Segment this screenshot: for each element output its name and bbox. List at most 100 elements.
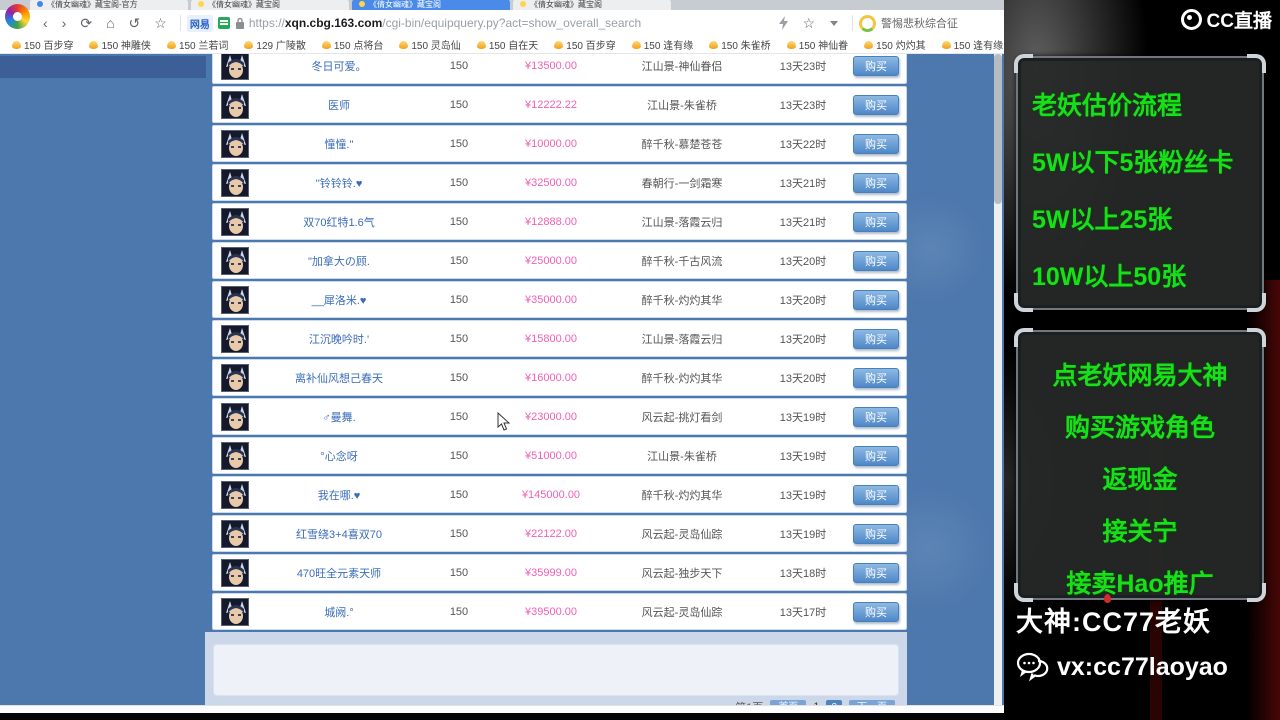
chat-bubbles-icon (1016, 652, 1049, 682)
tab-title: 《倩女幽魂》藏宝阁 (208, 0, 280, 9)
scrollbar[interactable] (994, 54, 1002, 705)
character-name-link[interactable]: 离补仙风想己春天 (255, 370, 423, 386)
site-badge[interactable]: 网易 (186, 14, 213, 32)
bookmark-item[interactable]: 150 点将台 (314, 37, 391, 52)
bookmark-item[interactable]: 150 逢有缘 (934, 37, 1004, 52)
character-name-link[interactable]: "加拿大の顾. (255, 253, 423, 269)
character-avatar[interactable] (221, 54, 249, 80)
bookmark-item[interactable]: 150 兰若词 (159, 37, 236, 52)
character-avatar[interactable] (221, 207, 249, 236)
character-avatar[interactable] (221, 246, 249, 275)
undo-icon[interactable]: ↺ (129, 16, 141, 30)
character-avatar[interactable] (221, 441, 249, 470)
browser-logo-icon[interactable] (5, 4, 30, 29)
listing-row[interactable]: 470旺全元素天师 150 ¥35999.00 风云起-独步天下 13天18时 … (212, 554, 907, 591)
buy-button[interactable]: 购买 (853, 211, 899, 232)
buy-button[interactable]: 购买 (853, 250, 899, 271)
buy-button[interactable]: 购买 (853, 133, 899, 154)
character-level: 150 (449, 215, 469, 228)
character-name-link[interactable]: 城阙.° (255, 604, 423, 620)
buy-button[interactable]: 购买 (853, 55, 899, 76)
bookmark-item[interactable]: 150 朱雀桥 (701, 37, 778, 52)
buy-button[interactable]: 购买 (853, 172, 899, 193)
character-name-link[interactable]: 我在哪.♥ (255, 487, 423, 503)
chevron-down-icon[interactable] (830, 20, 838, 26)
character-avatar[interactable] (221, 324, 249, 353)
listing-row[interactable]: "加拿大の顾. 150 ¥25000.00 醉千秋-千古风流 13天20时 购买 (212, 242, 907, 279)
bookmark-item[interactable]: 150 灼灼其 (856, 37, 933, 52)
character-name-link[interactable]: ♂曼舞. (255, 409, 423, 425)
server-name: 江山景-神仙眷侣 (641, 60, 723, 73)
character-avatar[interactable] (221, 597, 249, 626)
bookmark-item[interactable]: 150 神仙眷 (779, 37, 856, 52)
buy-button[interactable]: 购买 (853, 601, 899, 622)
browser-tab[interactable]: 《倩女幽魂》藏宝阁 (352, 0, 510, 10)
character-name-link[interactable]: __犀洛米.♥ (255, 292, 423, 308)
refresh-icon[interactable]: ⟳ (80, 16, 92, 30)
listing-row[interactable]: 我在哪.♥ 150 ¥145000.00 醉千秋-灼灼其华 13天19时 购买 (212, 476, 907, 513)
character-avatar[interactable] (221, 519, 249, 548)
character-name-link[interactable]: 江沉晚吟时.' (255, 331, 423, 347)
tab-title: 《倩女幽魂》藏宝阁-官方 (47, 0, 138, 9)
character-avatar[interactable] (221, 129, 249, 158)
buy-button[interactable]: 购买 (853, 406, 899, 427)
browser-tab[interactable]: 《倩女幽魂》藏宝阁 (513, 0, 671, 10)
listing-row[interactable]: 红雪绕3+4喜双70 150 ¥22122.00 风云起-灵岛仙踪 13天19时… (212, 515, 907, 552)
listing-row[interactable]: 憧憧.'' 150 ¥10000.00 醉千秋-慕楚苍苍 13天22时 购买 (212, 125, 907, 162)
character-name-link[interactable]: 双70红特1.6气 (255, 214, 423, 230)
character-name-link[interactable]: 憧憧.'' (255, 136, 423, 152)
hot-search-text[interactable]: 警惕悲秋综合征 (881, 15, 958, 31)
listing-row[interactable]: __犀洛米.♥ 150 ¥35000.00 醉千秋-灼灼其华 13天20时 购买 (212, 281, 907, 318)
forward-icon[interactable]: › (62, 16, 67, 30)
back-icon[interactable]: ‹ (43, 16, 48, 30)
buy-button[interactable]: 购买 (853, 445, 899, 466)
character-avatar[interactable] (221, 168, 249, 197)
character-name-link[interactable]: 470旺全元素天师 (255, 565, 423, 581)
lightning-icon[interactable] (779, 16, 789, 30)
listing-row[interactable]: 江沉晚吟时.' 150 ¥15800.00 江山景-落霞云归 13天20时 购买 (212, 320, 907, 357)
address-url[interactable]: https://xqn.cbg.163.com/cgi-bin/equipque… (249, 16, 641, 30)
buy-button[interactable]: 购买 (853, 484, 899, 505)
buy-button[interactable]: 购买 (853, 289, 899, 310)
bookmark-item[interactable]: 150 百步穿 (546, 37, 623, 52)
browser-tab[interactable]: 《倩女幽魂》藏宝阁 (191, 0, 349, 10)
bookmark-item[interactable]: 129 广陵散 (236, 37, 313, 52)
character-avatar[interactable] (221, 480, 249, 509)
character-name-link[interactable]: 医师 (255, 97, 423, 113)
listing-row[interactable]: 冬日可爱。 150 ¥13500.00 江山景-神仙眷侣 13天23时 购买 (212, 54, 907, 84)
buy-button[interactable]: 购买 (853, 367, 899, 388)
browser-tab[interactable]: 《倩女幽魂》藏宝阁-官方 (30, 0, 188, 10)
buy-button[interactable]: 购买 (853, 523, 899, 544)
buy-button[interactable]: 购买 (853, 562, 899, 583)
home-icon[interactable]: ⌂ (106, 16, 114, 30)
character-avatar[interactable] (221, 285, 249, 314)
favorite-star-icon[interactable]: ☆ (154, 16, 167, 30)
buy-button[interactable]: 购买 (853, 328, 899, 349)
listing-row[interactable]: 双70红特1.6气 150 ¥12888.00 江山景-落霞云归 13天21时 … (212, 203, 907, 240)
character-avatar[interactable] (221, 402, 249, 431)
character-name-link[interactable]: °心念呀 (255, 448, 423, 464)
wechat-id: vx:cc77laoyao (1057, 652, 1228, 681)
bookmark-item[interactable]: 150 自在天 (469, 37, 546, 52)
listing-row[interactable]: ''铃铃铃.♥ 150 ¥32500.00 春朝行-一剑霜寒 13天21时 购买 (212, 164, 907, 201)
character-name-link[interactable]: ''铃铃铃.♥ (255, 175, 423, 191)
bookmark-item[interactable]: 150 神雕侠 (81, 37, 158, 52)
character-avatar[interactable] (221, 363, 249, 392)
bookmark-item[interactable]: 150 百步穿 (4, 37, 81, 52)
listing-row[interactable]: ♂曼舞. 150 ¥23000.00 风云起-挑灯看剑 13天19时 购买 (212, 398, 907, 435)
character-avatar[interactable] (221, 558, 249, 587)
scrollbar-thumb[interactable] (994, 54, 1002, 204)
listing-row[interactable]: °心念呀 150 ¥51000.00 江山景-朱雀桥 13天19时 购买 (212, 437, 907, 474)
listing-row[interactable]: 医师 150 ¥12222.22 江山景-朱雀桥 13天23时 购买 (212, 86, 907, 123)
listing-row[interactable]: 离补仙风想己春天 150 ¥16000.00 醉千秋-灼灼其华 13天20时 购… (212, 359, 907, 396)
bookmark-item[interactable]: 150 灵岛仙 (391, 37, 468, 52)
safety-icon[interactable] (217, 17, 230, 29)
bookmark-star-icon[interactable]: ☆ (802, 16, 815, 30)
bookmark-item[interactable]: 150 逢有缘 (624, 37, 701, 52)
buy-button[interactable]: 购买 (853, 94, 899, 115)
character-avatar[interactable] (221, 90, 249, 119)
server-name: 风云起-独步天下 (641, 567, 723, 580)
listing-row[interactable]: 城阙.° 150 ¥39500.00 风云起-灵岛仙踪 13天17时 购买 (212, 593, 907, 630)
character-name-link[interactable]: 冬日可爱。 (255, 58, 423, 74)
character-name-link[interactable]: 红雪绕3+4喜双70 (255, 526, 423, 542)
